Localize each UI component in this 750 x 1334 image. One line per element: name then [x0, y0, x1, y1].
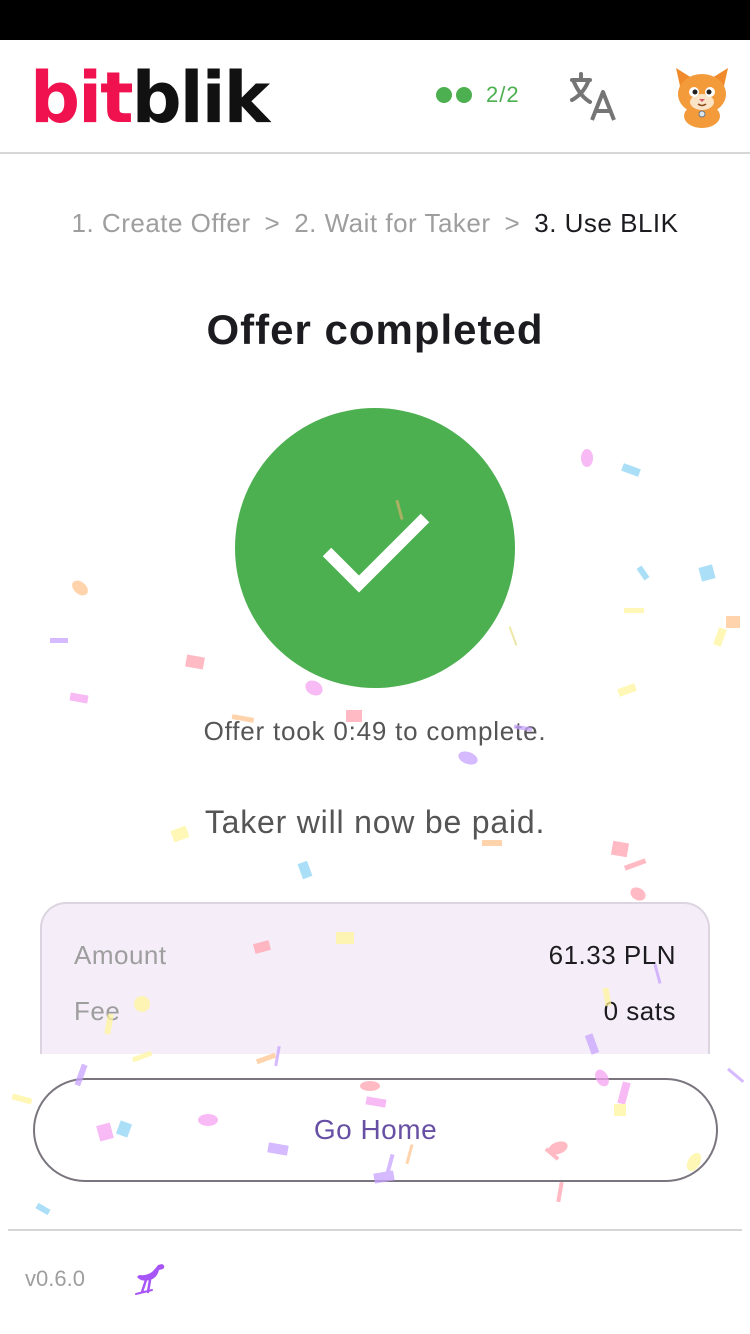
relay-dot-icon — [456, 87, 472, 103]
app-bar: bitblik 2/2 — [0, 40, 750, 154]
step-separator: > — [504, 208, 521, 238]
confetti-piece — [727, 1067, 745, 1083]
offer-duration-text: Offer took 0:49 to complete. — [0, 716, 750, 747]
duration-suffix: to complete. — [395, 716, 547, 746]
confetti-piece — [69, 692, 89, 704]
go-home-button[interactable]: Go Home — [33, 1078, 718, 1182]
confetti-piece — [556, 1181, 564, 1203]
confetti-piece — [185, 654, 205, 670]
page-title: Offer completed — [206, 306, 544, 353]
confetti-piece — [72, 580, 88, 596]
fee-value: 0 sats — [603, 996, 676, 1026]
step-create-offer: 1. Create Offer — [71, 208, 251, 238]
confetti-piece — [636, 565, 650, 581]
app-logo[interactable]: bitblik — [30, 57, 271, 139]
logo-part-blik: blik — [131, 57, 271, 139]
step-wait-for-taker: 2. Wait for Taker — [294, 208, 491, 238]
status-bar — [0, 0, 750, 40]
relay-status[interactable]: 2/2 — [436, 82, 520, 108]
confetti-piece — [617, 683, 637, 697]
confetti-piece — [297, 860, 313, 880]
confetti-piece — [623, 858, 647, 871]
fee-row: Fee 0 sats — [74, 996, 676, 1027]
confetti-piece — [610, 840, 630, 858]
logo-part-bit: bit — [30, 57, 134, 139]
duration-time: 0:49 — [333, 716, 388, 746]
step-use-blik: 3. Use BLIK — [534, 208, 679, 238]
confetti-piece — [698, 564, 716, 582]
amount-label: Amount — [74, 940, 167, 970]
cat-avatar-icon[interactable] — [670, 64, 734, 128]
translate-icon[interactable] — [566, 70, 622, 126]
confetti-piece — [50, 638, 68, 643]
fee-label: Fee — [74, 996, 121, 1026]
confetti-piece — [581, 449, 593, 467]
duration-prefix: Offer took — [203, 716, 326, 746]
payment-status-text: Taker will now be paid. — [204, 804, 546, 840]
app-version: v0.6.0 — [25, 1266, 85, 1291]
step-separator: > — [264, 208, 281, 238]
amount-row: Amount 61.33 PLN — [74, 940, 676, 971]
confetti-piece — [255, 1052, 277, 1065]
progress-stepper: 1. Create Offer >2. Wait for Taker >3. Use… — [0, 208, 750, 239]
confetti-piece — [713, 627, 727, 647]
amount-value: 61.33 PLN — [548, 940, 676, 970]
footer-divider — [8, 1229, 742, 1231]
confetti-piece — [630, 887, 646, 901]
nostr-ostrich-icon[interactable] — [132, 1260, 168, 1296]
relay-count: 2/2 — [486, 82, 520, 107]
offer-summary-card: Amount 61.33 PLN Fee 0 sats — [40, 902, 710, 1054]
confetti-piece — [621, 463, 641, 477]
relay-dot-icon — [436, 87, 452, 103]
confetti-piece — [11, 1093, 33, 1105]
confetti-piece — [35, 1202, 51, 1216]
confetti-piece — [458, 751, 478, 765]
success-check-icon — [235, 408, 515, 688]
confetti-piece — [624, 608, 644, 613]
confetti-piece — [726, 616, 740, 628]
